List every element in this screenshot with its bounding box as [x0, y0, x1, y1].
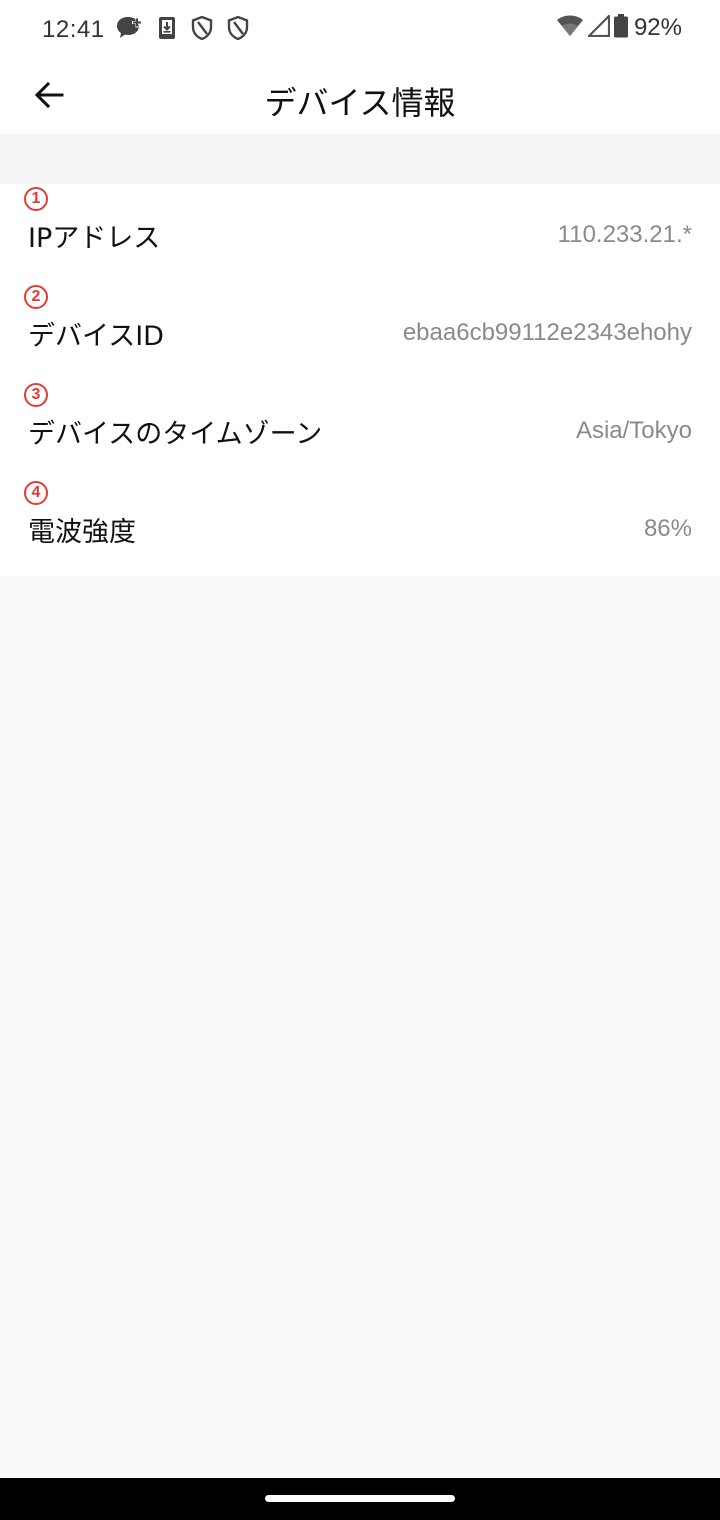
download-icon: [157, 16, 177, 44]
home-indicator[interactable]: [265, 1495, 455, 1502]
section-spacer: [0, 134, 720, 184]
row-label: デバイスID: [28, 321, 164, 352]
battery-icon: [613, 14, 628, 42]
shield-icon: [191, 15, 213, 44]
annotation-marker: 3: [24, 383, 48, 407]
list-item-device-id: 2 デバイスID ebaa6cb99112e2343ehohy: [0, 282, 720, 380]
list-item-signal-strength: 4 電波強度 86%: [0, 478, 720, 576]
list-item-timezone: 3 デバイスのタイムゾーン Asia/Tokyo: [0, 380, 720, 478]
annotation-marker: 1: [24, 187, 48, 211]
wifi-icon: [556, 14, 584, 42]
notification-icons: [115, 15, 249, 45]
row-label: IPアドレス: [28, 223, 161, 254]
shield-icon: [227, 15, 249, 44]
signal-icon: [586, 13, 611, 41]
row-value: Asia/Tokyo: [575, 417, 692, 444]
annotation-marker: 2: [24, 285, 48, 309]
list-item-ip-address: 1 IPアドレス 110.233.21.*: [0, 184, 720, 282]
app-bar: デバイス情報: [0, 60, 720, 134]
row-value: ebaa6cb99112e2343ehohy: [402, 319, 692, 346]
row-label: 電波強度: [28, 517, 136, 548]
chat-plus-icon: [115, 15, 143, 45]
status-bar: 12:41 92%: [0, 0, 720, 60]
annotation-marker: 4: [24, 481, 48, 505]
battery-percentage: 92%: [633, 14, 682, 41]
device-info-list: 1 IPアドレス 110.233.21.* 2 デバイスID ebaa6cb99…: [0, 184, 720, 576]
row-value: 86%: [643, 515, 692, 542]
row-value: 110.233.21.*: [557, 221, 692, 248]
row-label: デバイスのタイムゾーン: [28, 419, 323, 450]
page-title: デバイス情報: [264, 84, 456, 122]
navigation-bar: [0, 1478, 720, 1520]
status-time: 12:41: [42, 16, 105, 43]
system-indicators: 92%: [556, 13, 682, 42]
